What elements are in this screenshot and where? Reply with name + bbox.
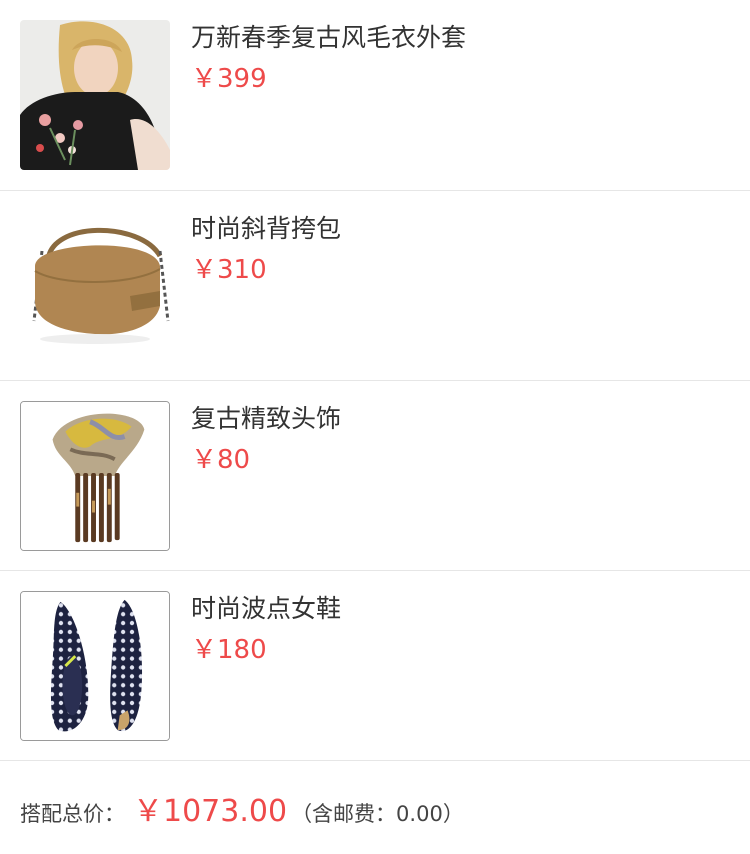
list-item[interactable]: 时尚波点女鞋 ￥180	[0, 571, 750, 761]
product-price: ￥310	[191, 255, 267, 285]
total-price: ￥1073.00	[133, 794, 288, 829]
sweater-model-image	[20, 20, 170, 170]
product-thumbnail[interactable]	[20, 211, 170, 361]
total-label: 搭配总价：	[20, 802, 125, 826]
list-item[interactable]: 时尚斜背挎包 ￥310	[0, 191, 750, 381]
product-price: ￥180	[191, 635, 267, 665]
product-thumbnail[interactable]	[20, 591, 170, 741]
product-thumbnail[interactable]	[20, 401, 170, 551]
list-item[interactable]: 复古精致头饰 ￥80	[0, 381, 750, 571]
list-item[interactable]: 万新春季复古风毛衣外套 ￥399	[0, 0, 750, 191]
shipping-note: （含邮费：0.00）	[291, 802, 464, 826]
hair-comb-image	[21, 402, 169, 550]
polka-dot-flats-image	[21, 592, 169, 740]
product-price: ￥399	[191, 64, 267, 94]
product-name[interactable]: 万新春季复古风毛衣外套	[191, 20, 466, 56]
product-list: 万新春季复古风毛衣外套 ￥399 时尚斜背挎包 ￥310 复古精致头饰 ￥80 …	[0, 0, 750, 761]
product-thumbnail[interactable]	[20, 20, 170, 170]
product-name[interactable]: 时尚斜背挎包	[191, 211, 341, 247]
price-summary: 搭配总价： ￥1073.00 （含邮费：0.00）	[20, 786, 464, 832]
crossbody-bag-image	[20, 211, 170, 361]
product-name[interactable]: 时尚波点女鞋	[191, 591, 341, 627]
product-price: ￥80	[191, 445, 251, 475]
product-name[interactable]: 复古精致头饰	[191, 401, 341, 437]
